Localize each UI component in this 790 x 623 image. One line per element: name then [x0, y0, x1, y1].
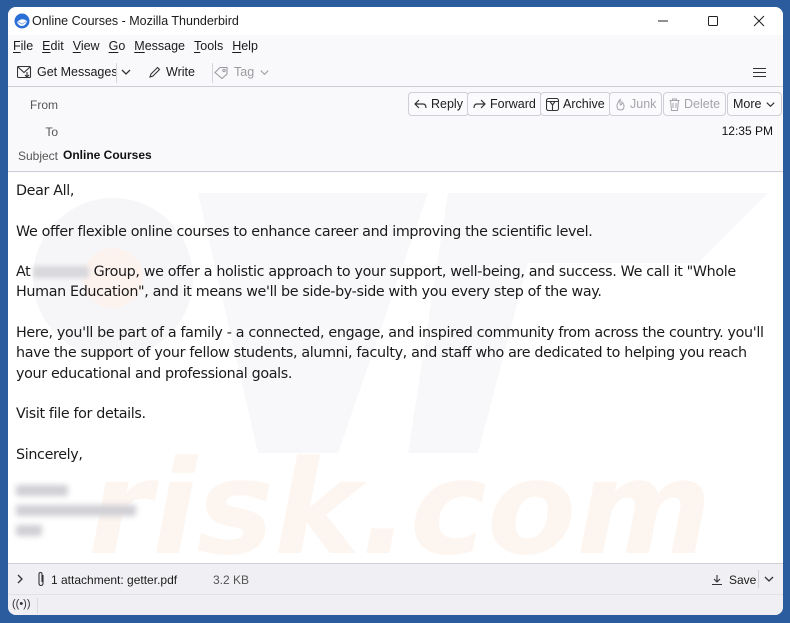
app-menu-button[interactable]	[753, 61, 766, 83]
menu-edit[interactable]: Edit	[42, 39, 64, 53]
trash-icon	[669, 98, 680, 111]
menu-go-mnemonic: G	[108, 39, 119, 53]
menu-edit-label: dit	[50, 39, 64, 53]
menu-edit-mnemonic: E	[42, 39, 51, 53]
thunderbird-window: Online Courses - Mozilla Thunderbird Fil…	[8, 7, 783, 615]
download-icon	[712, 575, 722, 586]
delete-label: Delete	[684, 97, 721, 111]
chevron-down-icon	[766, 101, 776, 107]
archive-icon	[546, 97, 559, 111]
reply-button[interactable]: Reply	[408, 92, 469, 116]
attachment-bar: 1 attachment: getter.pdf 3.2 KB Save	[8, 563, 783, 594]
subject-value: Online Courses	[63, 148, 152, 162]
hamburger-menu-icon	[753, 67, 766, 77]
status-bar: ((•))	[8, 594, 783, 615]
from-label: From	[30, 98, 58, 112]
menu-message-label: essage	[144, 39, 186, 53]
paragraph-1: We offer flexible online courses to enha…	[16, 223, 593, 240]
chevron-down-icon	[121, 69, 131, 75]
main-toolbar: Get Messages Write Tag	[8, 57, 783, 87]
attachment-size: 3.2 KB	[213, 573, 250, 587]
redacted-signature-line	[16, 485, 68, 497]
title-bar: Online Courses - Mozilla Thunderbird	[8, 7, 783, 35]
paragraph-3: Here, you'll be part of a family - a con…	[16, 325, 764, 382]
toolbar-separator	[212, 63, 213, 83]
reply-icon	[414, 99, 427, 108]
menu-view[interactable]: View	[73, 39, 100, 53]
close-button[interactable]	[736, 7, 782, 35]
close-icon	[753, 15, 765, 27]
expand-attachments-chevron-icon[interactable]	[13, 572, 27, 586]
greeting: Dear All,	[16, 183, 75, 199]
menu-message-mnemonic: M	[134, 39, 145, 53]
paragraph-2-text: Group, we offer a holistic approach to y…	[16, 264, 736, 301]
paragraph-4: Visit file for details.	[16, 406, 146, 423]
thunderbird-logo-icon	[14, 13, 30, 29]
message-time: 12:35 PM	[721, 124, 773, 138]
archive-label: Archive	[563, 97, 605, 111]
more-button[interactable]: More	[727, 92, 783, 116]
pencil-icon	[149, 66, 161, 78]
minimize-button[interactable]	[640, 7, 686, 35]
write-button[interactable]: Write	[148, 61, 195, 83]
redacted-signature	[16, 485, 778, 555]
menu-view-label: iew	[80, 39, 100, 53]
redacted-signature-line	[16, 525, 42, 537]
save-attachment-button[interactable]: Save	[711, 570, 756, 590]
tag-label: Tag	[234, 65, 255, 79]
get-messages-icon	[17, 65, 32, 78]
toolbar-separator	[116, 63, 117, 83]
write-label: Write	[166, 65, 195, 79]
menu-go[interactable]: Go	[109, 39, 126, 53]
forward-button[interactable]: Forward	[467, 92, 542, 116]
menu-help[interactable]: Help	[232, 39, 258, 53]
menu-help-label: elp	[241, 39, 258, 53]
forward-icon	[473, 99, 486, 108]
chevron-down-icon	[260, 69, 269, 75]
menu-message[interactable]: Message	[134, 39, 185, 53]
paperclip-icon	[38, 571, 44, 587]
message-body: risk.com Dear All, We offer flexible onl…	[8, 173, 783, 563]
menu-bar: File Edit View Go Message Tools Help	[8, 35, 783, 57]
to-label: To	[45, 125, 58, 139]
junk-button[interactable]: Junk	[609, 92, 663, 116]
menu-file[interactable]: File	[13, 39, 33, 53]
delete-button[interactable]: Delete	[663, 92, 727, 116]
closing: Sincerely,	[16, 446, 83, 463]
attachment-summary[interactable]: 1 attachment: getter.pdf	[51, 573, 177, 587]
message-header: From To Subject Online Courses 12:35 PM …	[8, 88, 783, 172]
minimize-icon	[658, 20, 668, 22]
menu-view-mnemonic: V	[72, 39, 81, 53]
menu-tools[interactable]: Tools	[194, 39, 223, 53]
subject-label: Subject	[17, 149, 58, 163]
save-options-chevron-down-icon[interactable]	[762, 572, 776, 586]
reply-label: Reply	[431, 97, 463, 111]
menu-file-mnemonic: F	[13, 39, 21, 53]
save-label: Save	[729, 573, 757, 587]
window-title: Online Courses - Mozilla Thunderbird	[32, 14, 239, 28]
redacted-signature-line	[16, 505, 136, 517]
forward-label: Forward	[490, 97, 536, 111]
redacted-company-name	[33, 266, 90, 279]
junk-flame-icon	[616, 98, 625, 111]
paragraph-2-prefix: At	[16, 264, 31, 281]
save-separator	[758, 570, 759, 588]
maximize-button[interactable]	[690, 7, 736, 35]
get-messages-button[interactable]: Get Messages	[17, 61, 118, 83]
menu-tools-label: ools	[200, 39, 224, 53]
message-body-text: Dear All, We offer flexible online cours…	[16, 181, 778, 555]
maximize-icon	[708, 16, 718, 26]
archive-button[interactable]: Archive	[540, 92, 611, 116]
tag-icon	[214, 66, 228, 79]
get-messages-label: Get Messages	[37, 65, 118, 79]
menu-file-label: ile	[20, 39, 34, 53]
menu-go-label: o	[118, 39, 126, 53]
tag-button[interactable]: Tag	[214, 61, 270, 83]
get-messages-dropdown[interactable]	[120, 61, 132, 83]
more-label: More	[733, 97, 762, 111]
paragraph-2: At Group, we offer a holistic approach t…	[16, 262, 778, 303]
menu-help-mnemonic: H	[232, 39, 242, 53]
junk-label: Junk	[630, 97, 657, 111]
online-status-icon[interactable]: ((•))	[12, 598, 38, 614]
